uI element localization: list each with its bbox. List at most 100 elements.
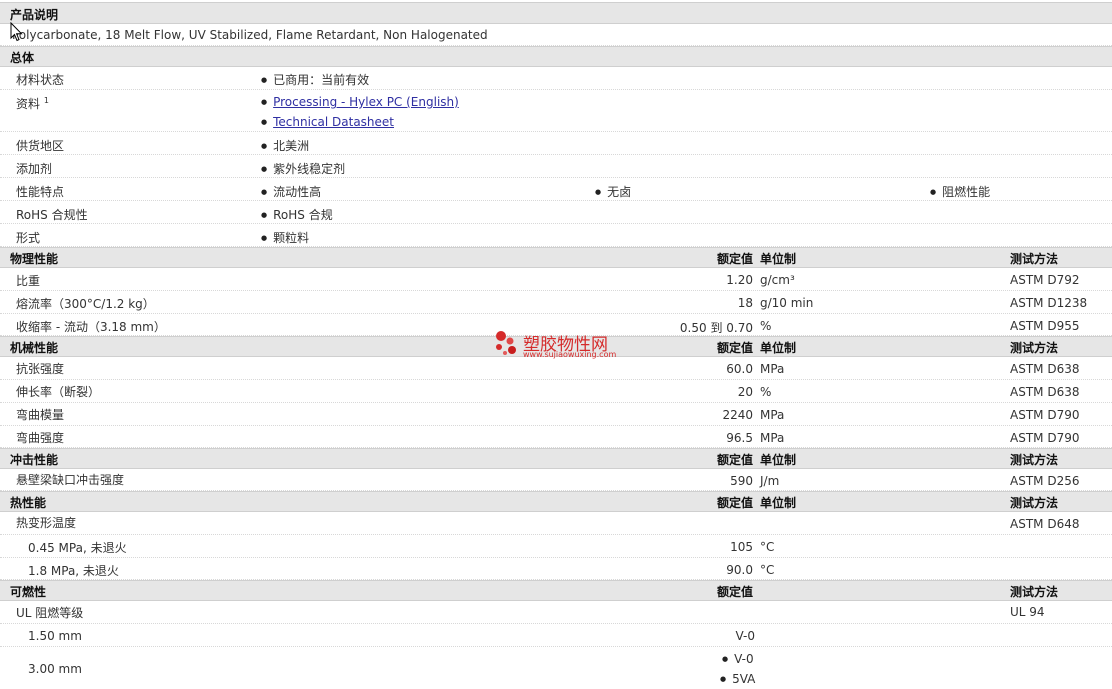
property-name: 热变形温度 bbox=[16, 516, 77, 530]
method-column-header: 测试方法 bbox=[1010, 496, 1059, 510]
property-value: V-0 bbox=[735, 629, 755, 643]
availability-row: 供货地区 北美洲 bbox=[0, 132, 1112, 155]
documents-row: 资料 1 Processing - Hylex PC (English) Tec… bbox=[0, 90, 1112, 132]
property-row: UL 阻燃等级 UL 94 bbox=[0, 601, 1112, 624]
test-method: ASTM D638 bbox=[1010, 385, 1080, 399]
unit-column-header: 单位制 bbox=[760, 453, 797, 467]
row-label: 供货地区 bbox=[16, 139, 65, 153]
form-value: 颗粒料 bbox=[261, 229, 309, 246]
unit-column-header: 单位制 bbox=[760, 252, 797, 266]
row-label: 材料状态 bbox=[16, 73, 65, 87]
molecule-logo-icon bbox=[496, 331, 516, 355]
property-unit: % bbox=[760, 385, 772, 399]
feature-item: 流动性高 bbox=[261, 183, 321, 200]
test-method: ASTM D638 bbox=[1010, 362, 1080, 376]
property-value: 20 bbox=[737, 385, 753, 399]
physical-header: 物理性能 额定值 单位制 测试方法 bbox=[0, 247, 1112, 268]
flammability-header: 可燃性 额定值 测试方法 bbox=[0, 580, 1112, 601]
processing-guide-link[interactable]: Processing - Hylex PC (English) bbox=[273, 95, 459, 109]
property-unit: g/cm³ bbox=[760, 273, 795, 287]
property-value: 590 bbox=[730, 474, 753, 488]
property-name: UL 阻燃等级 bbox=[16, 606, 84, 620]
test-method: ASTM D790 bbox=[1010, 408, 1080, 422]
mouse-cursor-icon bbox=[10, 22, 23, 42]
property-row: 比重 1.20 g/cm³ ASTM D792 bbox=[0, 268, 1112, 291]
property-name: 弯曲强度 bbox=[16, 431, 65, 445]
unit-column-header: 单位制 bbox=[760, 496, 797, 510]
thermal-header: 热性能 额定值 单位制 测试方法 bbox=[0, 491, 1112, 512]
test-method: ASTM D790 bbox=[1010, 431, 1080, 445]
nominal-column-header: 额定值 bbox=[716, 453, 753, 467]
test-method: ASTM D792 bbox=[1010, 273, 1080, 287]
watermark-url: www.sujiaowuxing.com bbox=[523, 350, 617, 359]
test-method: ASTM D648 bbox=[1010, 517, 1080, 531]
property-row: 弯曲强度 96.5 MPa ASTM D790 bbox=[0, 426, 1112, 448]
test-method: ASTM D955 bbox=[1010, 319, 1080, 333]
product-description-row: Polycarbonate, 18 Melt Flow, UV Stabiliz… bbox=[0, 24, 1112, 46]
test-method: ASTM D256 bbox=[1010, 474, 1080, 488]
property-unit: MPa bbox=[760, 408, 785, 422]
property-value: 90.0 bbox=[726, 563, 753, 577]
property-name: 熔流率（300°C/1.2 kg） bbox=[16, 297, 155, 311]
property-name: 伸长率（断裂） bbox=[16, 385, 101, 399]
unit-column-header: 单位制 bbox=[760, 341, 797, 355]
condition-name: 0.45 MPa, 未退火 bbox=[28, 541, 127, 555]
property-value: 96.5 bbox=[726, 431, 753, 445]
property-name: 悬壁梁缺口冲击强度 bbox=[16, 473, 125, 487]
property-subrow: 1.50 mm V-0 bbox=[0, 624, 1112, 647]
section-title: 总体 bbox=[10, 51, 35, 65]
test-method: ASTM D1238 bbox=[1010, 296, 1088, 310]
doc-item: Technical Datasheet bbox=[261, 115, 394, 129]
method-column-header: 测试方法 bbox=[1010, 585, 1059, 599]
general-header: 总体 bbox=[0, 46, 1112, 67]
property-value: 2240 bbox=[722, 408, 753, 422]
row-label: 性能特点 bbox=[16, 185, 65, 199]
features-row: 性能特点 流动性高 无卤 阻燃性能 bbox=[0, 178, 1112, 201]
test-method: UL 94 bbox=[1010, 605, 1045, 619]
form-row: 形式 颗粒料 bbox=[0, 224, 1112, 247]
property-value: 1.20 bbox=[726, 273, 753, 287]
property-unit: g/10 min bbox=[760, 296, 814, 310]
impact-header: 冲击性能 额定值 单位制 测试方法 bbox=[0, 448, 1112, 469]
footnote-marker: 1 bbox=[43, 96, 49, 105]
row-label: 添加剂 bbox=[16, 162, 53, 176]
property-row: 抗张强度 60.0 MPa ASTM D638 bbox=[0, 357, 1112, 380]
row-label: 资料 1 bbox=[16, 96, 49, 111]
section-title: 产品说明 bbox=[10, 8, 59, 22]
property-value: 18 bbox=[737, 296, 753, 310]
property-subrow: 1.8 MPa, 未退火 90.0 °C bbox=[0, 558, 1112, 580]
property-value: 105 bbox=[730, 540, 753, 554]
method-column-header: 测试方法 bbox=[1010, 453, 1059, 467]
property-row: 弯曲模量 2240 MPa ASTM D790 bbox=[0, 403, 1112, 426]
property-unit: °C bbox=[760, 563, 775, 577]
additive-row: 添加剂 紫外线稳定剂 bbox=[0, 155, 1112, 178]
property-unit: MPa bbox=[760, 431, 785, 445]
row-label: RoHS 合规性 bbox=[16, 208, 88, 222]
additive-value: 紫外线稳定剂 bbox=[261, 160, 345, 177]
condition-name: 1.8 MPa, 未退火 bbox=[28, 564, 119, 578]
section-title: 热性能 bbox=[10, 496, 47, 510]
material-status-value: 已商用：当前有效 bbox=[261, 71, 369, 88]
property-value: 5VA bbox=[720, 672, 755, 686]
condition-name: 3.00 mm bbox=[28, 662, 82, 676]
property-unit: J/m bbox=[760, 474, 780, 488]
property-row: 热变形温度 ASTM D648 bbox=[0, 512, 1112, 535]
condition-name: 1.50 mm bbox=[28, 629, 82, 643]
section-title: 可燃性 bbox=[10, 585, 47, 599]
rohs-row: RoHS 合规性 RoHS 合规 bbox=[0, 201, 1112, 224]
nominal-column-header: 额定值 bbox=[716, 341, 753, 355]
row-label: 形式 bbox=[16, 231, 41, 245]
property-row: 熔流率（300°C/1.2 kg） 18 g/10 min ASTM D1238 bbox=[0, 291, 1112, 314]
property-name: 弯曲模量 bbox=[16, 408, 65, 422]
technical-datasheet-link[interactable]: Technical Datasheet bbox=[273, 115, 394, 129]
availability-value: 北美洲 bbox=[261, 137, 309, 154]
material-status-row: 材料状态 已商用：当前有效 bbox=[0, 67, 1112, 90]
product-description-header: 产品说明 bbox=[0, 2, 1112, 24]
property-unit: % bbox=[760, 319, 772, 333]
property-name: 收缩率 - 流动（3.18 mm） bbox=[16, 320, 166, 334]
section-title: 冲击性能 bbox=[10, 453, 59, 467]
property-subrow: 0.45 MPa, 未退火 105 °C bbox=[0, 535, 1112, 558]
doc-item: Processing - Hylex PC (English) bbox=[261, 95, 459, 109]
product-description-text: Polycarbonate, 18 Melt Flow, UV Stabiliz… bbox=[12, 28, 488, 42]
section-title: 机械性能 bbox=[10, 341, 59, 355]
